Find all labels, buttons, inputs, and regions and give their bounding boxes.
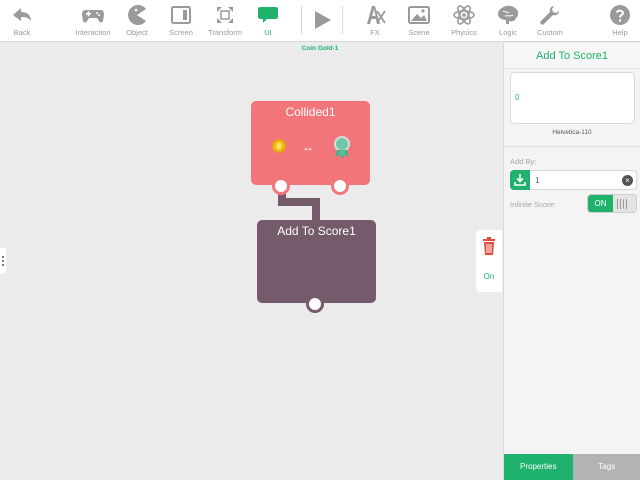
tool-interaction-label: Interaction [75,28,111,37]
score-preview[interactable]: 0 [510,72,635,124]
tool-scene[interactable]: Scene [405,0,433,42]
add-by-label: Add By: [510,157,537,166]
tool-transform[interactable]: Transform [206,0,244,42]
properties-panel: Add To Score1 0 Helvetica-110 Add By: 1 … [503,43,640,480]
back-button[interactable]: Back [8,0,36,42]
add-by-field[interactable]: 1 × [510,170,637,190]
handle-dot [2,260,4,262]
trash-icon[interactable] [481,237,497,255]
gamepad-icon [82,10,104,23]
block-on-toggle[interactable]: On [476,272,502,281]
output-port[interactable] [272,177,290,195]
clear-icon[interactable]: × [622,175,633,186]
score-preview-value: 0 [515,93,520,102]
medal-icon[interactable] [333,135,351,159]
tool-physics[interactable]: Physics [449,0,479,42]
tool-screen[interactable]: Screen [166,0,196,42]
toggle-grip-icon [617,199,631,209]
panel-tabs: Properties Tags [504,454,640,480]
picture-icon [408,6,430,24]
wrench-icon [540,6,559,25]
atom-icon [453,5,475,25]
tool-custom[interactable]: Custom [536,0,564,42]
add-to-score-block-title: Add To Score1 [277,224,356,238]
play-icon [315,11,331,29]
toggle-on-label: ON [588,195,613,212]
coin-icon[interactable] [272,139,286,153]
tool-custom-label: Custom [537,28,563,37]
add-by-value: 1 [535,176,540,185]
tab-tags[interactable]: Tags [572,454,640,480]
help-button[interactable]: Help [608,0,632,42]
back-label: Back [13,28,31,37]
help-icon [610,5,630,25]
tool-fx[interactable]: FX [363,0,387,42]
font-name-label[interactable]: Helvetica-110 [504,129,640,136]
handle-dot [2,264,4,266]
add-to-score-block[interactable]: Add To Score1 [257,220,376,303]
play-button[interactable] [310,0,334,42]
tool-screen-label: Screen [169,28,193,37]
two-way-arrow-icon: ↔ [302,140,314,154]
tool-logic-label: Logic [499,28,517,37]
download-arrow-icon [514,174,526,186]
collided-block-title: Collided1 [285,105,336,119]
toolbar-divider [342,6,343,34]
left-drawer-handle[interactable] [0,248,6,274]
help-label: Help [612,28,628,37]
download-icon[interactable] [510,170,530,190]
tool-ui-label: UI [264,28,272,37]
panel-title: Add To Score1 [504,43,640,69]
infinite-score-label: Infinite Score: [510,200,556,209]
tool-physics-label: Physics [451,28,477,37]
block-connector [312,198,320,222]
transform-icon [217,7,233,23]
handle-dot [2,256,4,258]
tool-scene-label: Scene [408,28,430,37]
tool-ui[interactable]: UI [256,0,280,42]
tool-interaction[interactable]: Interaction [72,0,114,42]
output-port[interactable] [331,177,349,195]
panel-divider [504,146,640,147]
pacman-icon [128,5,146,26]
back-arrow-icon [13,8,31,21]
screen-icon [171,6,191,24]
tool-logic[interactable]: Logic [495,0,521,42]
tab-properties[interactable]: Properties [504,454,573,480]
fx-icon [367,6,386,24]
tool-transform-label: Transform [208,28,242,37]
toolbar-divider [301,6,302,34]
tool-object-label: Object [126,28,148,37]
speech-bubble-icon [258,7,278,23]
logic-canvas[interactable]: Coin Gold-1 Collided1 ↔ Add To Score1 On [0,43,503,480]
top-toolbar: Back Interaction Object Screen Transform… [0,0,640,42]
infinite-score-toggle[interactable]: ON [587,194,637,213]
tool-object[interactable]: Object [122,0,152,42]
output-port[interactable] [306,295,324,313]
tool-fx-label: FX [370,28,380,37]
block-actions-tab: On [476,230,502,292]
brain-icon [498,5,519,24]
